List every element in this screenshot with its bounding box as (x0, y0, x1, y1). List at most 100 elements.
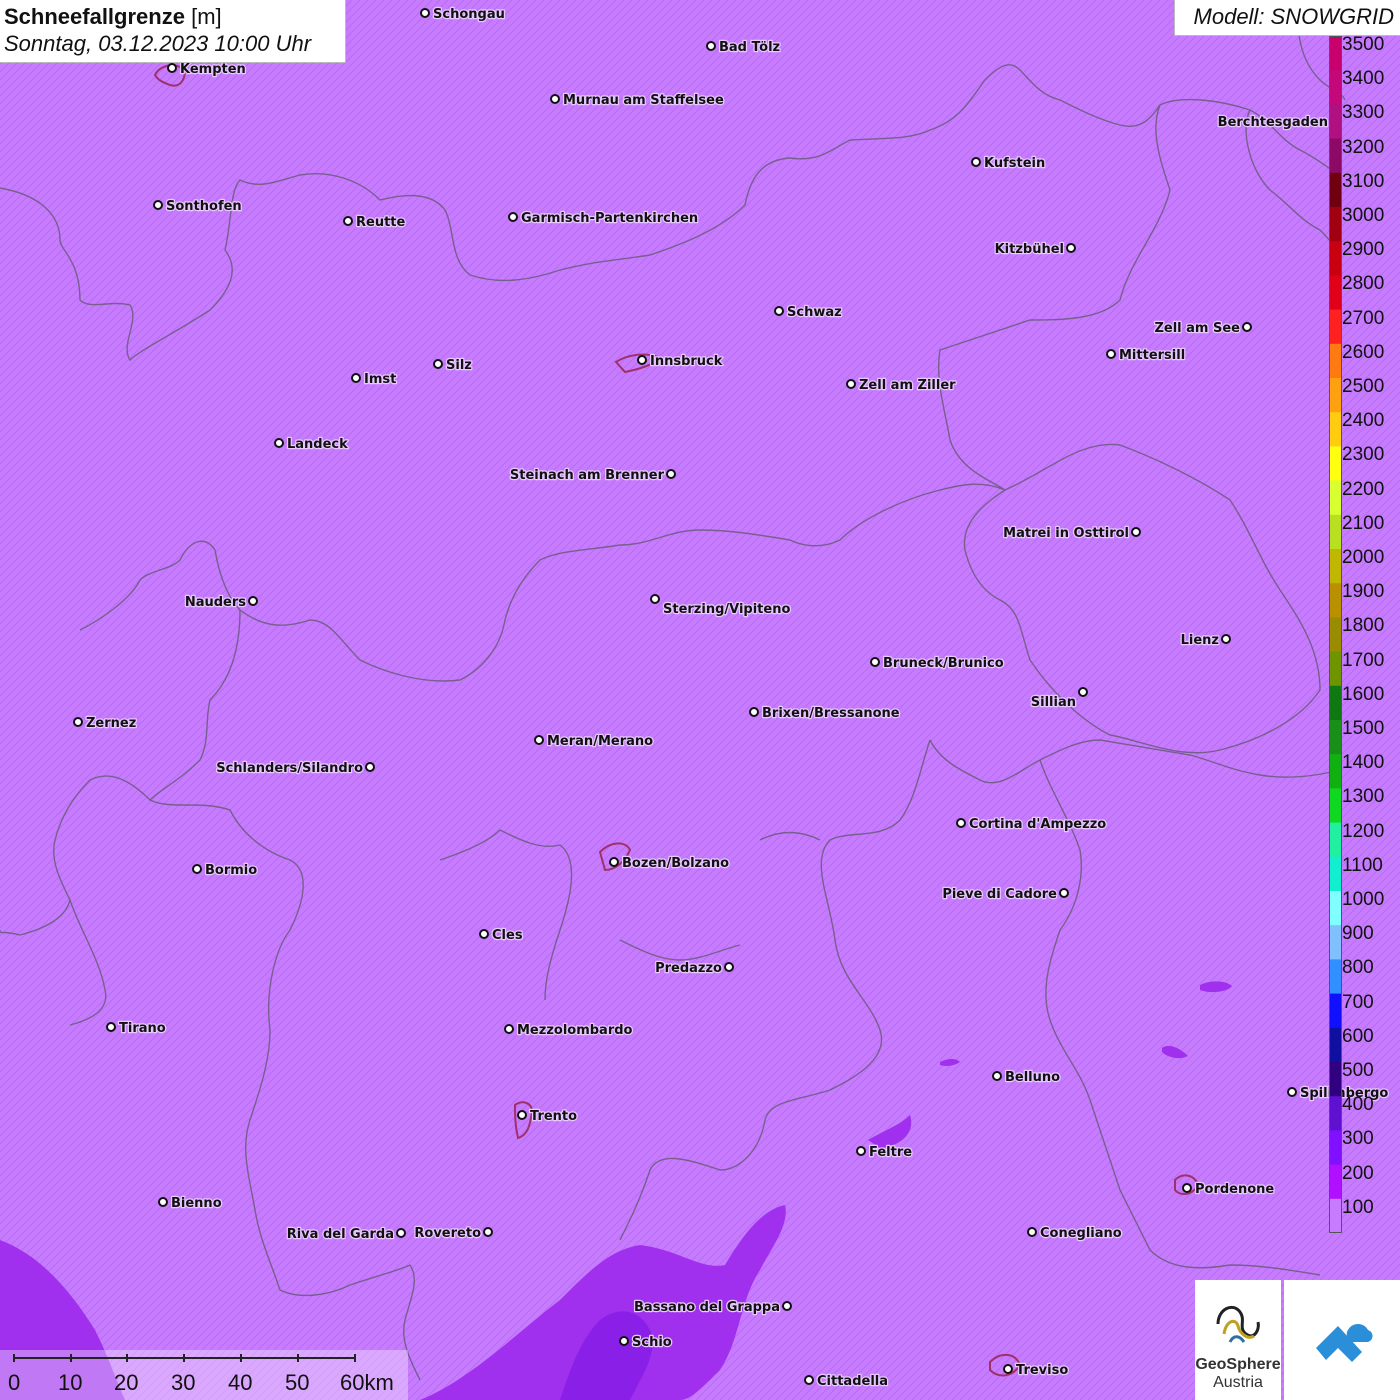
legend-color-swatch (1329, 959, 1342, 995)
city-dot (517, 1110, 527, 1120)
city-marker[interactable]: Sonthofen (153, 198, 243, 215)
city-dot (248, 596, 258, 606)
city-marker[interactable]: Innsbruck (637, 353, 724, 370)
city-marker[interactable]: Schlanders/Silandro (215, 760, 375, 777)
city-label: Reutte (356, 215, 406, 230)
city-marker[interactable]: Mittersill (1106, 347, 1186, 364)
legend-tick-label: 1800 (1342, 615, 1385, 637)
legend-tick-label: 900 (1342, 923, 1374, 945)
geosphere-logo[interactable]: GeoSphere Austria (1195, 1280, 1281, 1400)
city-marker[interactable]: Schongau (420, 6, 506, 23)
legend-tick-label: 200 (1342, 1162, 1374, 1184)
city-dot (167, 63, 177, 73)
city-label: Rovereto (414, 1226, 481, 1241)
city-marker[interactable]: Mezzolombardo (504, 1022, 634, 1039)
city-marker[interactable]: Kempten (167, 61, 247, 78)
legend-color-swatch (1329, 1027, 1342, 1063)
legend-tick-label: 700 (1342, 991, 1374, 1013)
legend-color-swatch (1329, 172, 1342, 208)
city-marker[interactable]: Zell am Ziller (846, 377, 957, 394)
city-dot (351, 373, 361, 383)
city-dot (396, 1228, 406, 1238)
legend-color-swatch (1329, 446, 1342, 482)
city-dot (1221, 634, 1231, 644)
title-unit: [m] (191, 4, 222, 29)
city-dot (870, 657, 880, 667)
city-dot (666, 469, 676, 479)
legend-tick-label: 800 (1342, 957, 1374, 979)
city-dot (1182, 1183, 1192, 1193)
city-marker[interactable]: Cittadella (804, 1373, 889, 1390)
legend-color-swatch (1329, 1062, 1342, 1097)
legend-tick-label: 1400 (1342, 752, 1385, 774)
legend-color-swatch (1329, 720, 1342, 755)
legend-tick-label: 2200 (1342, 478, 1385, 500)
city-dot (433, 359, 443, 369)
city-marker[interactable]: Garmisch-Partenkirchen (508, 210, 699, 227)
legend-color-swatch (1329, 549, 1342, 584)
legend-color-swatch (1329, 104, 1342, 140)
city-dot (1242, 322, 1252, 332)
city-label: Schongau (433, 7, 505, 22)
city-label: Zell am See (1154, 321, 1240, 336)
city-marker[interactable]: Zell am See (1153, 320, 1252, 337)
city-marker[interactable]: Matrei in Osttirol (1002, 525, 1141, 542)
city-marker[interactable]: Riva del Garda (285, 1226, 406, 1243)
scale-bar-line (13, 1354, 356, 1362)
city-label: Conegliano (1040, 1226, 1122, 1241)
city-marker[interactable]: Pieve di Cadore (941, 886, 1069, 903)
city-marker[interactable]: Bozen/Bolzano (609, 855, 730, 872)
city-marker[interactable]: Rovereto (413, 1225, 493, 1242)
city-dot (534, 735, 544, 745)
legend-color-swatch (1329, 856, 1342, 892)
city-marker[interactable]: Conegliano (1027, 1225, 1123, 1242)
city-label: Mezzolombardo (517, 1023, 633, 1038)
legend-tick-label: 100 (1342, 1196, 1374, 1218)
city-marker[interactable]: Meran/Merano (534, 733, 654, 750)
map-canvas[interactable]: Schongau Bad Tölz Kempten Murnau am Staffel… (0, 0, 1400, 1400)
city-marker[interactable]: Predazzo (654, 960, 734, 977)
city-label: Predazzo (655, 961, 722, 976)
legend-color-swatch (1329, 891, 1342, 926)
city-label: Kitzbühel (995, 242, 1064, 257)
legend-color-swatch (1329, 36, 1342, 71)
legend-tick-label: 3000 (1342, 205, 1385, 226)
legend-tick-label: 3400 (1342, 68, 1385, 90)
city-marker[interactable]: Bruneck/Brunico (870, 655, 1005, 672)
city-label: Cortina d'Ampezzo (969, 817, 1106, 832)
legend-color-swatch (1329, 651, 1342, 687)
city-marker[interactable]: Brixen/Bressanone (749, 705, 901, 722)
city-label: Bienno (171, 1196, 222, 1211)
city-marker[interactable]: Kitzbühel (993, 241, 1076, 258)
legend-tick-label: 1100 (1342, 854, 1383, 876)
city-label: Schio (632, 1335, 672, 1350)
city-label: Murnau am Staffelsee (563, 93, 724, 108)
legend-color-swatch (1329, 309, 1342, 345)
app-logo[interactable] (1284, 1280, 1400, 1400)
legend-tick-label: 1700 (1342, 649, 1385, 671)
city-marker[interactable]: Pordenone (1182, 1181, 1276, 1198)
city-dot (1287, 1087, 1297, 1097)
city-dot (971, 157, 981, 167)
legend-color-swatch (1329, 480, 1342, 516)
legend-tick-label: 3100 (1342, 170, 1385, 192)
legend-tick-label: 1200 (1342, 820, 1385, 842)
city-label: Pordenone (1195, 1182, 1274, 1197)
title-variable: Schneefallgrenze (4, 4, 185, 29)
city-dot (420, 8, 430, 18)
city-dot (856, 1146, 866, 1156)
city-dot (706, 41, 716, 51)
title-box: Schneefallgrenze [m] Sonntag, 03.12.2023… (0, 0, 346, 63)
city-marker[interactable]: Bassano del Grappa (633, 1299, 792, 1316)
city-label: Steinach am Brenner (510, 468, 665, 483)
city-marker[interactable]: Steinach am Brenner (509, 467, 676, 484)
city-dot (153, 200, 163, 210)
legend-tick-label: 2500 (1342, 376, 1385, 397)
city-marker[interactable]: Cortina d'Ampezzo (956, 816, 1108, 833)
city-dot (508, 212, 518, 222)
legend-color-swatch (1329, 1096, 1342, 1131)
city-marker[interactable]: Berchtesgaden (1216, 114, 1340, 131)
legend-color-swatch (1329, 822, 1342, 858)
legend-color-swatch (1329, 378, 1342, 413)
city-marker[interactable]: Murnau am Staffelsee (550, 92, 725, 109)
